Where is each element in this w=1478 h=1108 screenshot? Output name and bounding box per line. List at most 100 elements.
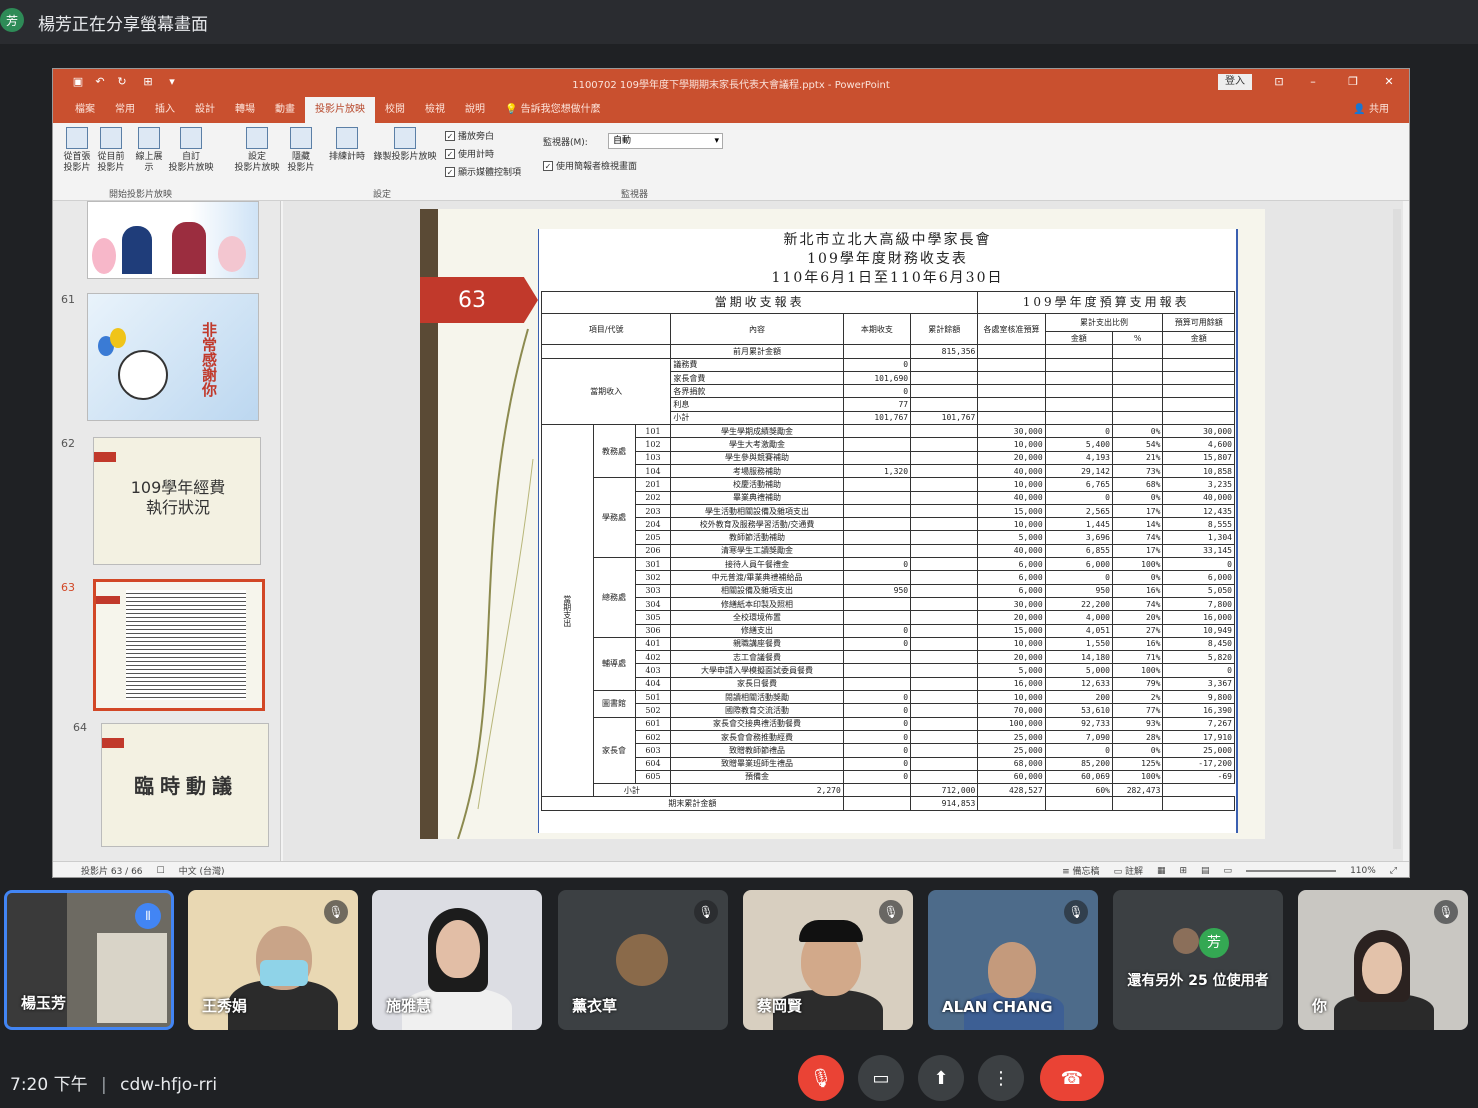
from-current-label: 從目前 投影片 [97, 152, 125, 173]
monitor-select[interactable]: 自動 ▾ [608, 133, 723, 149]
item-content: 家長會會務推動經費 [670, 729, 844, 745]
tab-animations[interactable]: 動畫 [265, 97, 305, 123]
item-pct: 20% [1111, 610, 1164, 625]
participant-tile[interactable]: 🎙 薰衣草 [558, 890, 728, 1030]
zoom-level[interactable]: 110% [1350, 866, 1376, 876]
table-cell [910, 636, 979, 652]
dept-name: 圖書館 [592, 690, 636, 718]
editor-scrollbar[interactable] [1393, 209, 1401, 849]
participant-tile-self[interactable]: 🎙 你 [1298, 890, 1468, 1030]
table-row: 當期收支報表 109學年度預算支用報表 [540, 291, 1235, 314]
checkmark-icon: ✓ [445, 130, 455, 141]
participant-tile[interactable]: ⦀ 楊玉芳 [4, 890, 174, 1030]
item-current: 0 [842, 623, 912, 638]
participant-tile[interactable]: 🎙 ALAN CHANG [928, 890, 1098, 1030]
present-screen-button[interactable]: ⬆ [918, 1055, 964, 1101]
income-current: 0 [842, 384, 912, 399]
microphone-toggle-button[interactable]: 🎙 [798, 1055, 844, 1101]
rehearse-timings-button[interactable]: 排練計時 [327, 127, 367, 183]
item-budget: 20,000 [977, 450, 1046, 465]
close-icon[interactable]: ✕ [1379, 73, 1399, 91]
camera-toggle-button[interactable]: ▭ [858, 1055, 904, 1101]
slideshow-view-icon[interactable]: ▭ [1224, 866, 1233, 876]
participant-tile[interactable]: 🎙 王秀娟 [188, 890, 358, 1030]
item-remain: 5,820 [1162, 650, 1235, 665]
item-code: 102 [634, 437, 672, 452]
zoom-slider[interactable] [1246, 869, 1337, 872]
item-code: 306 [634, 623, 672, 638]
save-icon[interactable]: ▣ [71, 75, 85, 89]
table-cell [977, 370, 1046, 386]
period-balance-label: 期末累計金額 [541, 796, 844, 811]
item-pct: 100% [1111, 557, 1164, 572]
quick-access-dropdown-icon[interactable]: ▾ [165, 75, 179, 89]
hide-slide-button[interactable]: 隱藏 投影片 [281, 127, 321, 183]
normal-view-icon[interactable]: ▦ [1157, 866, 1166, 876]
participant-avatar [616, 934, 668, 986]
present-online-button[interactable]: 線上展 示 [129, 127, 169, 183]
thumbnail-slide-60[interactable] [87, 201, 259, 279]
item-current [842, 490, 912, 505]
tab-view[interactable]: 檢視 [415, 97, 455, 123]
mic-off-icon: 🎙 [324, 900, 348, 924]
comments-button[interactable]: ▭ 註解 [1114, 864, 1143, 877]
item-remain: 17,910 [1162, 729, 1235, 745]
item-code: 203 [634, 503, 672, 519]
table-row: 306 修繕支出 0 15,000 4,051 27% 10,949 [542, 623, 1235, 638]
redo-icon[interactable]: ↻ [115, 75, 129, 89]
share-button[interactable]: 👤 共用 [1343, 97, 1409, 123]
spellcheck-icon[interactable]: ☐ [157, 866, 165, 876]
item-code: 403 [634, 663, 672, 678]
face-mask [260, 960, 308, 986]
cartoon-girl-icon [218, 236, 246, 272]
notes-button[interactable]: ≡ 備忘稿 [1062, 864, 1099, 877]
tab-transitions[interactable]: 轉場 [225, 97, 265, 123]
thumbnail-slide-64[interactable]: 臨時動議 [101, 723, 269, 847]
thumbnail-slide-61[interactable]: 非常感謝你 [87, 293, 259, 421]
monitor-value: 自動 [613, 136, 632, 146]
setup-slideshow-button[interactable]: 設定 投影片放映 [235, 127, 280, 183]
thumbnail-slide-62[interactable]: 109學年經費 執行狀況 [93, 437, 261, 565]
item-current [842, 676, 912, 692]
tab-review[interactable]: 校閱 [375, 97, 415, 123]
minimize-icon[interactable]: – [1303, 73, 1323, 91]
tab-help[interactable]: 說明 [455, 97, 495, 123]
participant-tile[interactable]: 施雅慧 [372, 890, 542, 1030]
language-indicator[interactable]: 中文 (台灣) [179, 864, 225, 877]
thumbnail-slide-63[interactable] [93, 579, 265, 711]
play-narration-checkbox[interactable]: ✓ 播放旁白 [445, 129, 494, 142]
tab-home[interactable]: 常用 [105, 97, 145, 123]
table-row: 家長會 601 家長會交接典禮活動餐費 0 100,000 92,733 93% 7,267 [542, 716, 1235, 785]
table-cell [842, 783, 912, 798]
item-budget: 10,000 [977, 517, 1046, 532]
tab-slideshow[interactable]: 投影片放映 [305, 97, 375, 123]
record-slideshow-button[interactable]: 錄製投影片放映 [373, 127, 437, 183]
use-timings-checkbox[interactable]: ✓ 使用計時 [445, 147, 494, 160]
custom-slideshow-button[interactable]: 自訂 投影片放映 [169, 127, 214, 183]
meeting-code[interactable]: cdw-hfjo-rri [120, 1075, 217, 1095]
tab-design[interactable]: 設計 [185, 97, 225, 123]
item-code: 206 [634, 543, 672, 559]
item-code: 401 [634, 636, 672, 652]
tab-insert[interactable]: 插入 [145, 97, 185, 123]
tell-me-box[interactable]: 💡 告訴我您想做什麼 [495, 97, 611, 123]
login-button[interactable]: 登入 [1218, 74, 1252, 90]
show-media-controls-checkbox[interactable]: ✓ 顯示媒體控制項 [445, 165, 521, 178]
start-slideshow-icon[interactable]: ⊞ [141, 75, 155, 89]
participant-tile[interactable]: 🎙 蔡岡賢 [743, 890, 913, 1030]
participant-tile-others[interactable]: 芳 還有另外 25 位使用者 [1113, 890, 1283, 1030]
from-current-button[interactable]: 從目前 投影片 [91, 127, 131, 183]
ribbon-display-icon[interactable]: ⊡ [1269, 73, 1289, 91]
maximize-icon[interactable]: ❐ [1343, 73, 1363, 91]
tab-file[interactable]: 檔案 [65, 97, 105, 123]
leave-call-button[interactable]: ☎ [1040, 1055, 1104, 1101]
sorter-view-icon[interactable]: ⊞ [1179, 866, 1187, 876]
more-options-button[interactable]: ⋮ [978, 1055, 1024, 1101]
presenter-view-checkbox[interactable]: ✓ 使用簡報者檢視畫面 [543, 159, 637, 172]
table-cell [1111, 344, 1164, 359]
reading-view-icon[interactable]: ▤ [1201, 866, 1210, 876]
present-online-label: 線上展 示 [135, 152, 163, 173]
fit-slide-icon[interactable]: ⤢ [1390, 866, 1409, 876]
item-current [842, 517, 912, 532]
undo-icon[interactable]: ↶ [93, 75, 107, 89]
